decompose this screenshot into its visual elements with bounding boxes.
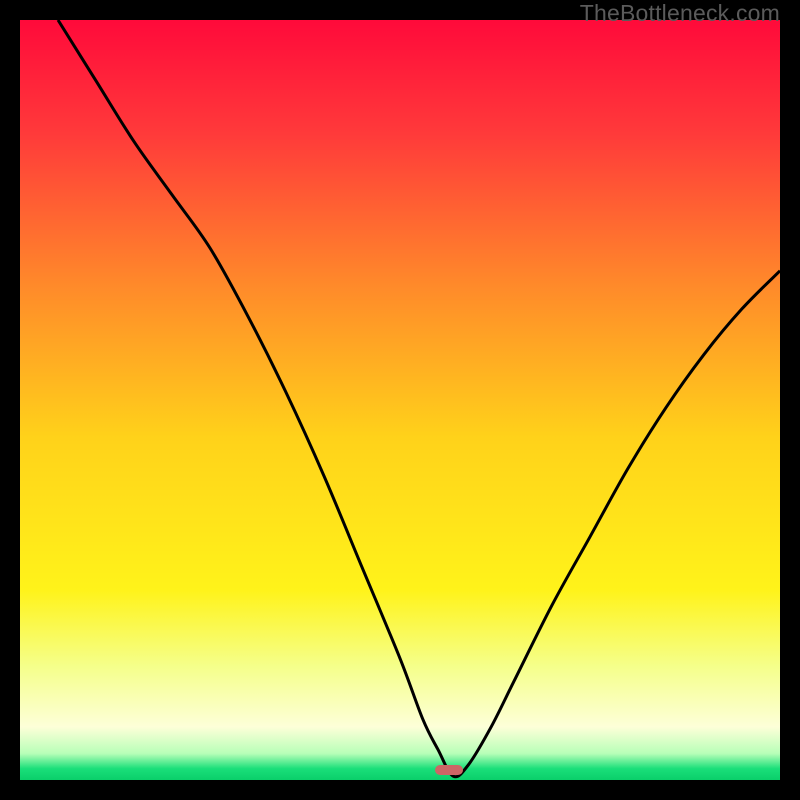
chart-frame: TheBottleneck.com [0, 0, 800, 800]
optimal-marker [435, 765, 463, 775]
plot-area [20, 20, 780, 780]
bottleneck-curve [20, 20, 780, 780]
watermark: TheBottleneck.com [580, 0, 780, 27]
